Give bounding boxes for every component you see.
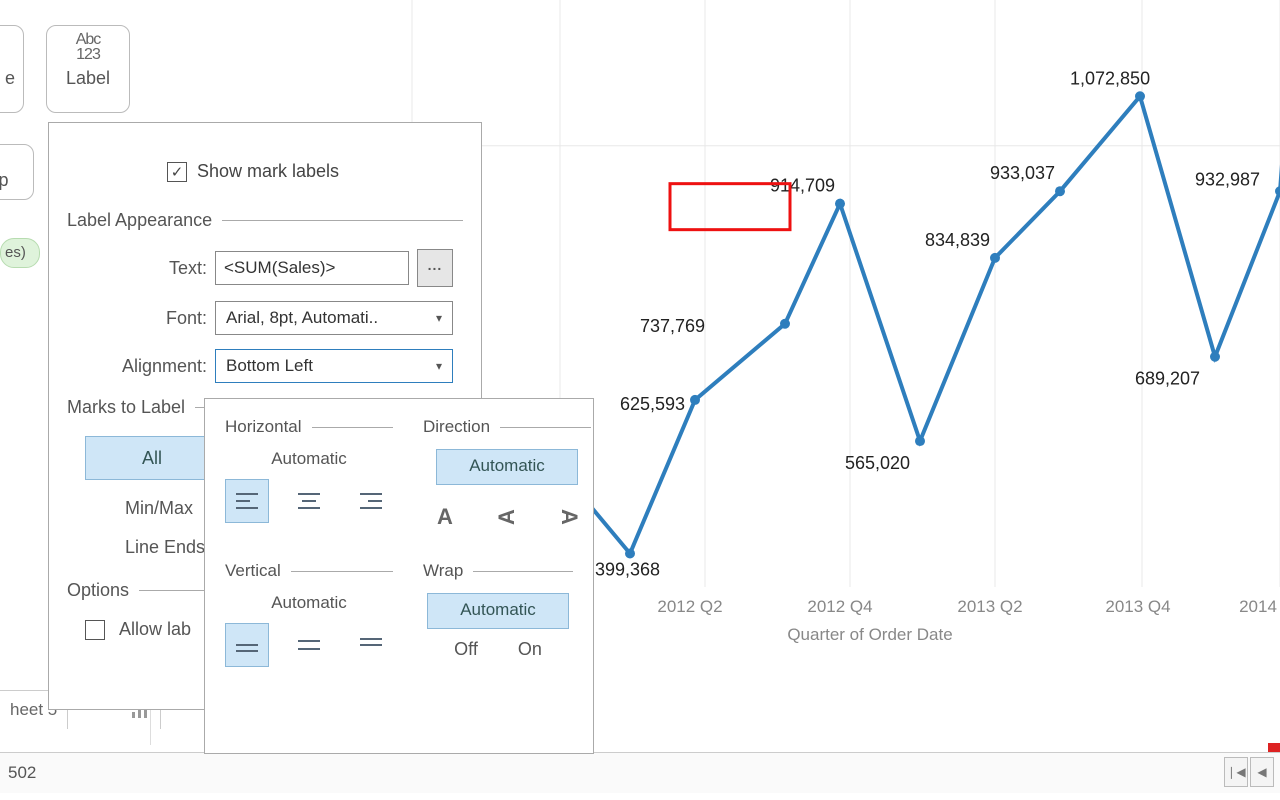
status-bar: 502 bbox=[0, 752, 1280, 793]
status-value: 502 bbox=[8, 763, 36, 782]
color-card-text-fragment: e bbox=[0, 68, 23, 89]
vertical-header: Vertical bbox=[225, 561, 281, 581]
valign-top-icon[interactable] bbox=[349, 623, 393, 667]
horizontal-automatic-label: Automatic bbox=[225, 449, 393, 469]
options-header: Options bbox=[67, 580, 129, 601]
svg-text:2014: 2014 bbox=[1239, 597, 1277, 616]
label-text-more-button[interactable]: ... bbox=[417, 249, 453, 287]
color-card-button[interactable]: e bbox=[0, 25, 24, 113]
valign-middle-icon[interactable] bbox=[287, 623, 331, 667]
allow-labels-checkbox[interactable] bbox=[85, 620, 105, 640]
abc123-icon: Abc 123 bbox=[47, 32, 129, 62]
show-mark-labels-checkbox[interactable]: ✓ bbox=[167, 162, 187, 182]
align-left-icon[interactable] bbox=[225, 479, 269, 523]
tooltip-card-button[interactable]: tip bbox=[0, 144, 34, 200]
svg-text:2012 Q2: 2012 Q2 bbox=[657, 597, 722, 616]
direction-horizontal-icon[interactable]: A bbox=[423, 495, 467, 539]
svg-text:932,987: 932,987 bbox=[1195, 169, 1260, 189]
svg-text:565,020: 565,020 bbox=[845, 453, 910, 473]
svg-text:689,207: 689,207 bbox=[1135, 369, 1200, 389]
svg-text:2012 Q4: 2012 Q4 bbox=[807, 597, 872, 616]
nav-first-button[interactable]: ❘◀ bbox=[1224, 757, 1248, 787]
marks-label-all-button[interactable]: All bbox=[85, 436, 219, 480]
svg-text:834,839: 834,839 bbox=[925, 230, 990, 250]
chevron-down-icon: ▾ bbox=[436, 311, 442, 325]
chevron-down-icon: ▾ bbox=[436, 359, 442, 373]
wrap-header: Wrap bbox=[423, 561, 463, 581]
font-combo[interactable]: Arial, 8pt, Automati.. ▾ bbox=[215, 301, 453, 335]
direction-automatic-button[interactable]: Automatic bbox=[436, 449, 578, 485]
vertical-automatic-label: Automatic bbox=[225, 593, 393, 613]
svg-text:399,368: 399,368 bbox=[595, 559, 660, 579]
svg-text:914,709: 914,709 bbox=[770, 176, 835, 196]
label-text-input[interactable] bbox=[215, 251, 409, 285]
measure-pill-fragment[interactable]: es) bbox=[0, 238, 40, 268]
alignment-combo[interactable]: Bottom Left ▾ bbox=[215, 349, 453, 383]
wrap-automatic-button[interactable]: Automatic bbox=[427, 593, 569, 629]
svg-text:625,593: 625,593 bbox=[620, 394, 685, 414]
nav-prev-button[interactable]: ◀ bbox=[1250, 757, 1274, 787]
tooltip-card-text: tip bbox=[0, 170, 9, 190]
label-appearance-header: Label Appearance bbox=[67, 210, 212, 231]
alignment-label: Alignment: bbox=[67, 356, 215, 377]
allow-labels-label: Allow lab bbox=[119, 619, 191, 639]
svg-text:2013 Q2: 2013 Q2 bbox=[957, 597, 1022, 616]
svg-text:Quarter of Order Date: Quarter of Order Date bbox=[787, 625, 952, 644]
svg-text:1,072,850: 1,072,850 bbox=[1070, 68, 1150, 88]
show-mark-labels-label: Show mark labels bbox=[197, 161, 339, 182]
direction-header: Direction bbox=[423, 417, 490, 437]
wrap-off-button[interactable]: Off bbox=[454, 639, 478, 660]
align-center-icon[interactable] bbox=[287, 479, 331, 523]
marks-to-label-header: Marks to Label bbox=[67, 397, 185, 418]
svg-text:2013 Q4: 2013 Q4 bbox=[1105, 597, 1170, 616]
svg-text:933,037: 933,037 bbox=[990, 163, 1055, 183]
label-card-text: Label bbox=[47, 68, 129, 89]
valign-bottom-icon[interactable] bbox=[225, 623, 269, 667]
direction-down-icon[interactable]: A bbox=[547, 495, 591, 539]
svg-text:737,769: 737,769 bbox=[640, 316, 705, 336]
wrap-on-button[interactable]: On bbox=[518, 639, 542, 660]
align-right-icon[interactable] bbox=[349, 479, 393, 523]
horizontal-header: Horizontal bbox=[225, 417, 302, 437]
alignment-flyout: Horizontal Automatic Direction Automatic… bbox=[204, 398, 594, 754]
label-card-button[interactable]: Abc 123 Label bbox=[46, 25, 130, 113]
direction-up-icon[interactable]: A bbox=[485, 495, 529, 539]
font-label: Font: bbox=[67, 308, 215, 329]
text-label: Text: bbox=[67, 258, 215, 279]
